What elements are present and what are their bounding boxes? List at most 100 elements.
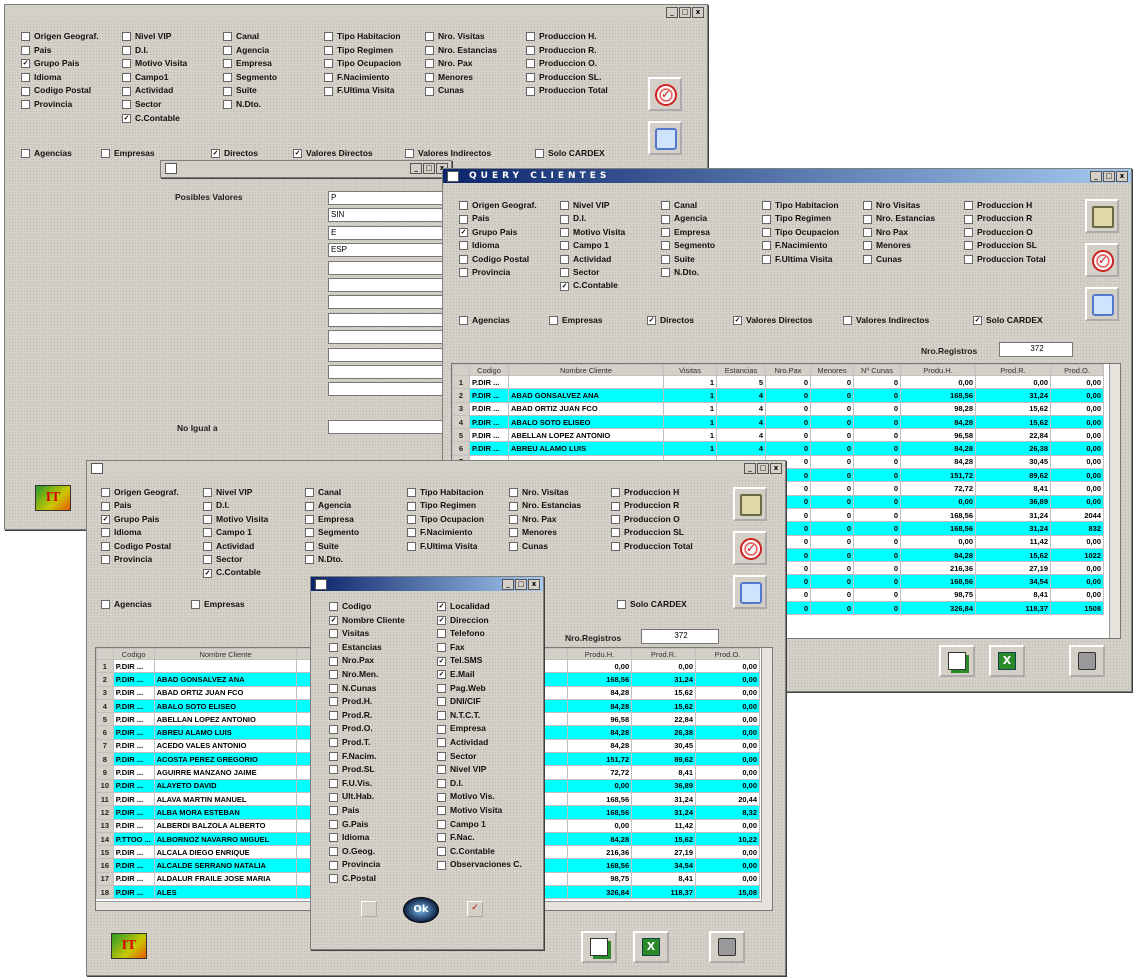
grid-cell[interactable]: 0	[853, 468, 901, 483]
checkbox-box[interactable]	[203, 488, 212, 498]
checkbox-tipo-habitacion[interactable]: Tipo Habitacion	[324, 31, 401, 42]
checkbox-produccion-sl[interactable]: Produccion SL	[964, 240, 1037, 251]
grid-cell[interactable]: 84,28	[900, 454, 976, 470]
row-number[interactable]: 13	[96, 818, 114, 833]
checkbox-produccion-r[interactable]: Produccion R	[611, 500, 679, 511]
checkbox-c-contable[interactable]: ✓ C.Contable	[560, 280, 618, 291]
checkbox-f-nac[interactable]: F.Nac.	[437, 832, 475, 843]
column-header[interactable]	[96, 648, 114, 660]
checkbox-sector[interactable]: Sector	[122, 99, 161, 110]
checkbox-box[interactable]	[305, 515, 314, 525]
grid-cell[interactable]: 0	[810, 468, 854, 483]
grid-cell[interactable]: ALBA MORA ESTEBAN	[153, 805, 298, 820]
checkbox-e-mail[interactable]: ✓ E.Mail	[437, 669, 475, 680]
grid-cell[interactable]: P.DIR ...	[112, 752, 155, 767]
checkbox-box[interactable]	[122, 86, 131, 96]
minimize-button[interactable]: _	[1090, 171, 1102, 182]
accept-button[interactable]: ✓	[1085, 243, 1119, 277]
checkbox-telefono[interactable]: Telefono	[437, 628, 485, 639]
grid-cell[interactable]: 1	[663, 441, 717, 456]
grid-cell[interactable]: ABAD ORTIZ JUAN FCO	[508, 401, 664, 416]
grid-cell[interactable]: ALCALA DIEGO ENRIQUE	[153, 845, 298, 860]
checkbox-cunas[interactable]: Cunas	[863, 254, 902, 264]
checkbox-codigo-postal[interactable]: Codigo Postal	[21, 85, 91, 96]
checkbox-box[interactable]	[101, 501, 110, 511]
checkbox-box[interactable]	[863, 241, 872, 251]
checkbox-box[interactable]	[324, 86, 333, 96]
checkbox-nivel-vip[interactable]: Nivel VIP	[560, 200, 609, 211]
checkbox-origen-geograf[interactable]: Origen Geograf.	[21, 31, 99, 42]
window-titlebar[interactable]: _ □ x	[5, 5, 707, 19]
grid-cell[interactable]: 0,00	[695, 712, 760, 727]
grid-cell[interactable]: P.DIR ...	[112, 845, 155, 860]
checkbox-box[interactable]	[329, 697, 338, 707]
print-button[interactable]	[709, 931, 745, 963]
checkbox-box[interactable]	[122, 59, 131, 69]
checkbox-n-dto[interactable]: N.Dto.	[223, 99, 261, 110]
checkbox-nro-men[interactable]: Nro.Men.	[329, 669, 378, 680]
checkbox-produccion-sl[interactable]: Produccion SL	[611, 527, 684, 538]
column-header[interactable]: Menores	[810, 364, 854, 376]
checkbox-box[interactable]	[329, 779, 338, 789]
checkbox-box[interactable]	[863, 201, 872, 211]
grid-cell[interactable]: 10,22	[695, 831, 760, 847]
checkbox-box[interactable]	[329, 819, 338, 829]
grid-cell[interactable]: 0	[810, 561, 854, 576]
grid-cell[interactable]: 0,00	[695, 778, 760, 793]
checkbox-directos[interactable]: ✓ Directos	[647, 315, 694, 326]
checkbox-box[interactable]	[437, 683, 446, 693]
checkbox-cunas[interactable]: Cunas	[509, 541, 548, 551]
checkbox-box[interactable]	[101, 488, 110, 498]
checkbox-box[interactable]: ✓	[437, 670, 446, 680]
checkbox-box[interactable]	[437, 806, 446, 816]
grid-cell[interactable]: P.DIR ...	[112, 672, 155, 687]
checkbox-box[interactable]	[526, 73, 535, 83]
grid-cell[interactable]: 1	[663, 388, 717, 403]
checkbox-box[interactable]	[101, 600, 110, 610]
checkbox-box[interactable]	[437, 751, 446, 761]
book-button[interactable]	[1085, 199, 1119, 233]
grid-cell[interactable]: P.DIR ...	[469, 388, 509, 403]
grid-cell[interactable]: 0	[810, 507, 854, 523]
grid-cell[interactable]: 151,72	[900, 468, 976, 483]
print-button[interactable]	[1069, 645, 1105, 677]
grid-cell[interactable]: ABREU ALAMO LUIS	[508, 441, 664, 456]
checkbox-box[interactable]	[329, 860, 338, 870]
grid-cell[interactable]: 0,00	[1050, 561, 1104, 576]
checkbox-box[interactable]	[509, 515, 518, 525]
grid-cell[interactable]: 72,72	[566, 765, 633, 780]
grid-cell[interactable]: ALAYETO DAVID	[153, 778, 298, 793]
grid-cell[interactable]: 0,00	[1050, 481, 1104, 496]
grid-cell[interactable]: 168,56	[566, 805, 633, 820]
grid-cell[interactable]: 15,62	[975, 401, 1051, 416]
maximize-button[interactable]: □	[423, 163, 435, 174]
checkbox-agencias[interactable]: Agencias	[459, 315, 510, 326]
checkbox-sector[interactable]: Sector	[437, 751, 476, 761]
checkbox-pais[interactable]: Pais	[101, 500, 132, 511]
grid-cell[interactable]: 31,24	[631, 791, 697, 807]
window-titlebar[interactable]: QUERY CLIENTES _ □ x	[443, 169, 1131, 183]
checkbox-box[interactable]	[964, 214, 973, 224]
checkbox-box[interactable]	[329, 792, 338, 802]
checkbox-box[interactable]	[560, 228, 569, 238]
checkbox-box[interactable]	[329, 656, 338, 666]
checkbox-idioma[interactable]: Idioma	[329, 832, 369, 843]
row-number[interactable]: 9	[96, 765, 114, 780]
grid-cell[interactable]: ABALO SOTO ELISEO	[153, 698, 298, 714]
checkbox-agencia[interactable]: Agencia	[305, 500, 351, 511]
grid-cell[interactable]: 0	[810, 374, 854, 390]
grid-cell[interactable]: 30,45	[631, 738, 697, 754]
checkbox-menores[interactable]: Menores	[509, 527, 557, 538]
row-number[interactable]: 18	[96, 885, 114, 900]
help-button[interactable]	[648, 121, 682, 155]
checkbox-box[interactable]	[329, 847, 338, 857]
row-number[interactable]: 15	[96, 845, 114, 860]
checkbox-box[interactable]	[560, 241, 569, 251]
grid-cell[interactable]: P.DIR ...	[112, 658, 155, 674]
grid-cell[interactable]: 4	[716, 414, 766, 430]
checkbox-box[interactable]	[762, 201, 771, 211]
grid-cell[interactable]: ABELLAN LOPEZ ANTONIO	[508, 428, 664, 443]
posibles-valores-input[interactable]	[328, 330, 452, 345]
checkbox-direccion[interactable]: ✓ Direccion	[437, 615, 489, 625]
grid-cell[interactable]: 0	[853, 454, 901, 470]
